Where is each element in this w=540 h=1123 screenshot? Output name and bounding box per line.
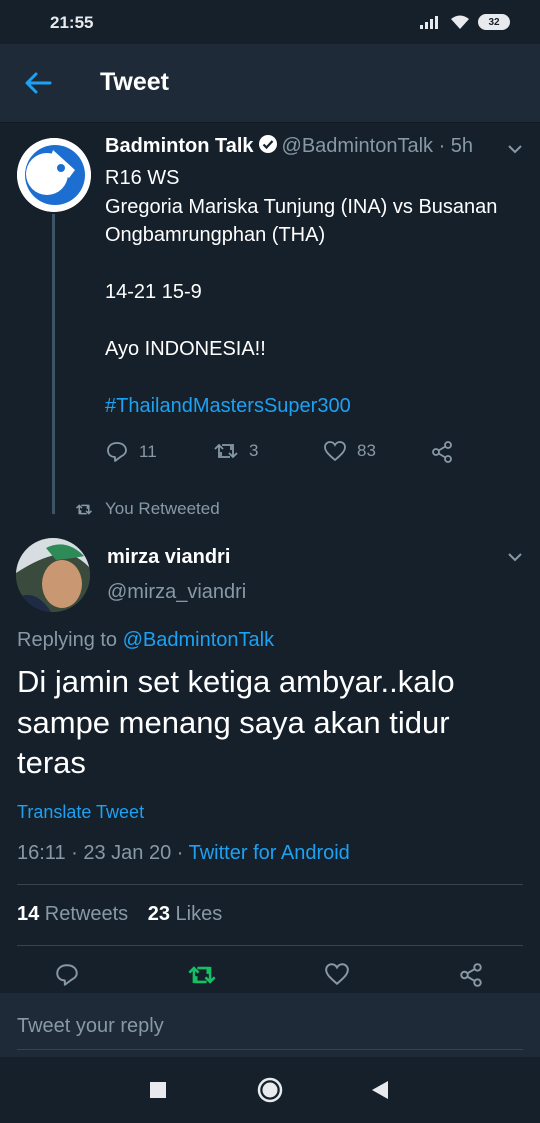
tweet-age: 5h — [450, 135, 474, 157]
tweet-meta: 16:11 · 23 Jan 20 · Twitter for Android — [17, 842, 350, 865]
hashtag-link[interactable]: #ThailandMastersSuper300 — [105, 392, 535, 421]
separator-dot: · — [433, 135, 451, 157]
status-time: 21:55 — [50, 13, 94, 32]
tweet-text: Di jamin set ketiga ambyar..kalo sampe m… — [17, 664, 455, 780]
tweet-line — [105, 364, 535, 393]
retweets-stat[interactable]: 14 Retweets — [17, 903, 128, 925]
status-icons: 32 — [420, 14, 510, 30]
retweet-count: 3 — [249, 441, 259, 460]
shuttlecock-logo-icon — [17, 138, 91, 212]
divider — [17, 884, 523, 885]
tweet-line — [105, 250, 535, 279]
retweet-icon[interactable] — [187, 962, 217, 988]
tweet-actions: 11 3 83 — [105, 440, 465, 468]
status-bar: 21:55 32 — [0, 0, 540, 44]
home-circle-icon[interactable] — [257, 1077, 283, 1103]
tweet-line: Ongbamrungphan (THA) — [105, 224, 326, 246]
tweet-line — [105, 307, 535, 336]
verified-badge-icon — [258, 135, 277, 153]
translate-tweet-link[interactable]: Translate Tweet — [17, 802, 144, 823]
reply-input-underline — [17, 1049, 523, 1050]
recents-square-icon[interactable] — [150, 1082, 166, 1098]
reply-action[interactable]: 11 — [105, 440, 157, 464]
chevron-down-icon[interactable] — [506, 140, 524, 158]
likes-stat[interactable]: 23 Likes — [148, 903, 223, 925]
top-app-bar: Tweet — [0, 44, 540, 123]
retweets-label: Retweets — [39, 903, 129, 925]
tweet-timestamp: 16:11 · 23 Jan 20 · — [17, 842, 189, 864]
reply-icon — [107, 442, 127, 462]
wifi-icon — [451, 15, 469, 29]
tweet-line: Gregoria Mariska Tunjung (INA) vs Busana… — [105, 195, 498, 218]
battery-icon: 32 — [478, 14, 510, 30]
source-app-link[interactable]: Twitter for Android — [189, 842, 350, 864]
tweet-line: R16 WS — [105, 167, 180, 189]
replying-prefix: Replying to — [17, 629, 123, 651]
share-icon — [432, 441, 452, 463]
retweet-icon — [214, 443, 238, 459]
retweet-small-icon — [75, 503, 93, 515]
author-name[interactable]: Badminton Talk — [105, 135, 254, 157]
likes-count: 23 — [147, 903, 170, 925]
thread-line — [52, 214, 55, 514]
user-photo-icon — [16, 538, 90, 612]
likes-label: Likes — [170, 903, 223, 925]
share-icon[interactable] — [458, 962, 484, 988]
system-nav-bar — [0, 1058, 540, 1123]
reply-icon[interactable] — [54, 962, 80, 988]
back-triangle-icon[interactable] — [372, 1081, 388, 1099]
share-action[interactable] — [430, 440, 454, 464]
replying-to: Replying to @BadmintonTalk — [17, 629, 274, 652]
author-handle[interactable]: @mirza_viandri — [107, 581, 246, 604]
retweet-action[interactable]: 3 — [213, 440, 258, 462]
avatar[interactable] — [17, 138, 91, 212]
retweet-context: You Retweeted — [75, 499, 220, 519]
signal-icon — [420, 16, 438, 29]
tweet-text: R16 WS Gregoria Mariska Tunjung (INA) vs… — [105, 164, 535, 421]
author-name[interactable]: mirza viandri — [107, 546, 230, 569]
divider — [17, 945, 523, 946]
avatar[interactable] — [16, 538, 90, 612]
heart-icon — [324, 441, 346, 462]
retweets-count: 14 — [17, 903, 40, 925]
chevron-down-icon[interactable] — [506, 548, 524, 566]
mention-link[interactable]: @BadmintonTalk — [123, 629, 274, 651]
reply-composer[interactable]: Tweet your reply — [0, 993, 540, 1057]
author-handle[interactable]: @BadmintonTalk — [282, 135, 433, 157]
page-title: Tweet — [100, 68, 169, 96]
engagement-stats: 14 Retweets 23 Likes — [17, 903, 222, 926]
tweet-line: 14-21 15-9 — [105, 281, 202, 303]
reply-input[interactable]: Tweet your reply — [17, 1015, 164, 1038]
reply-count: 11 — [139, 442, 157, 461]
tweet-author-line: Badminton Talk @BadmintonTalk · 5h — [105, 134, 473, 158]
like-count: 83 — [357, 441, 376, 460]
like-action[interactable]: 83 — [323, 440, 376, 462]
tweet-actions — [0, 962, 540, 994]
heart-icon[interactable] — [324, 962, 350, 986]
tweet-line: Ayo INDONESIA!! — [105, 338, 266, 360]
retweet-context-label: You Retweeted — [105, 499, 220, 518]
back-arrow-icon[interactable] — [22, 69, 54, 97]
